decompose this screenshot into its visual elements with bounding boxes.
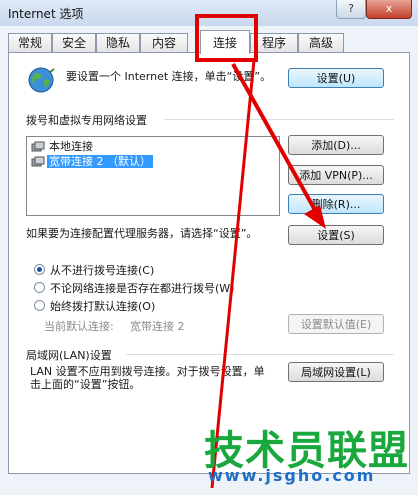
internet-options-window: Internet 选项 ? x 常规 安全 隐私 内容 连接 程序 高级 要设置…: [0, 0, 418, 495]
watermark-url: www.jsgho.com: [208, 466, 376, 485]
